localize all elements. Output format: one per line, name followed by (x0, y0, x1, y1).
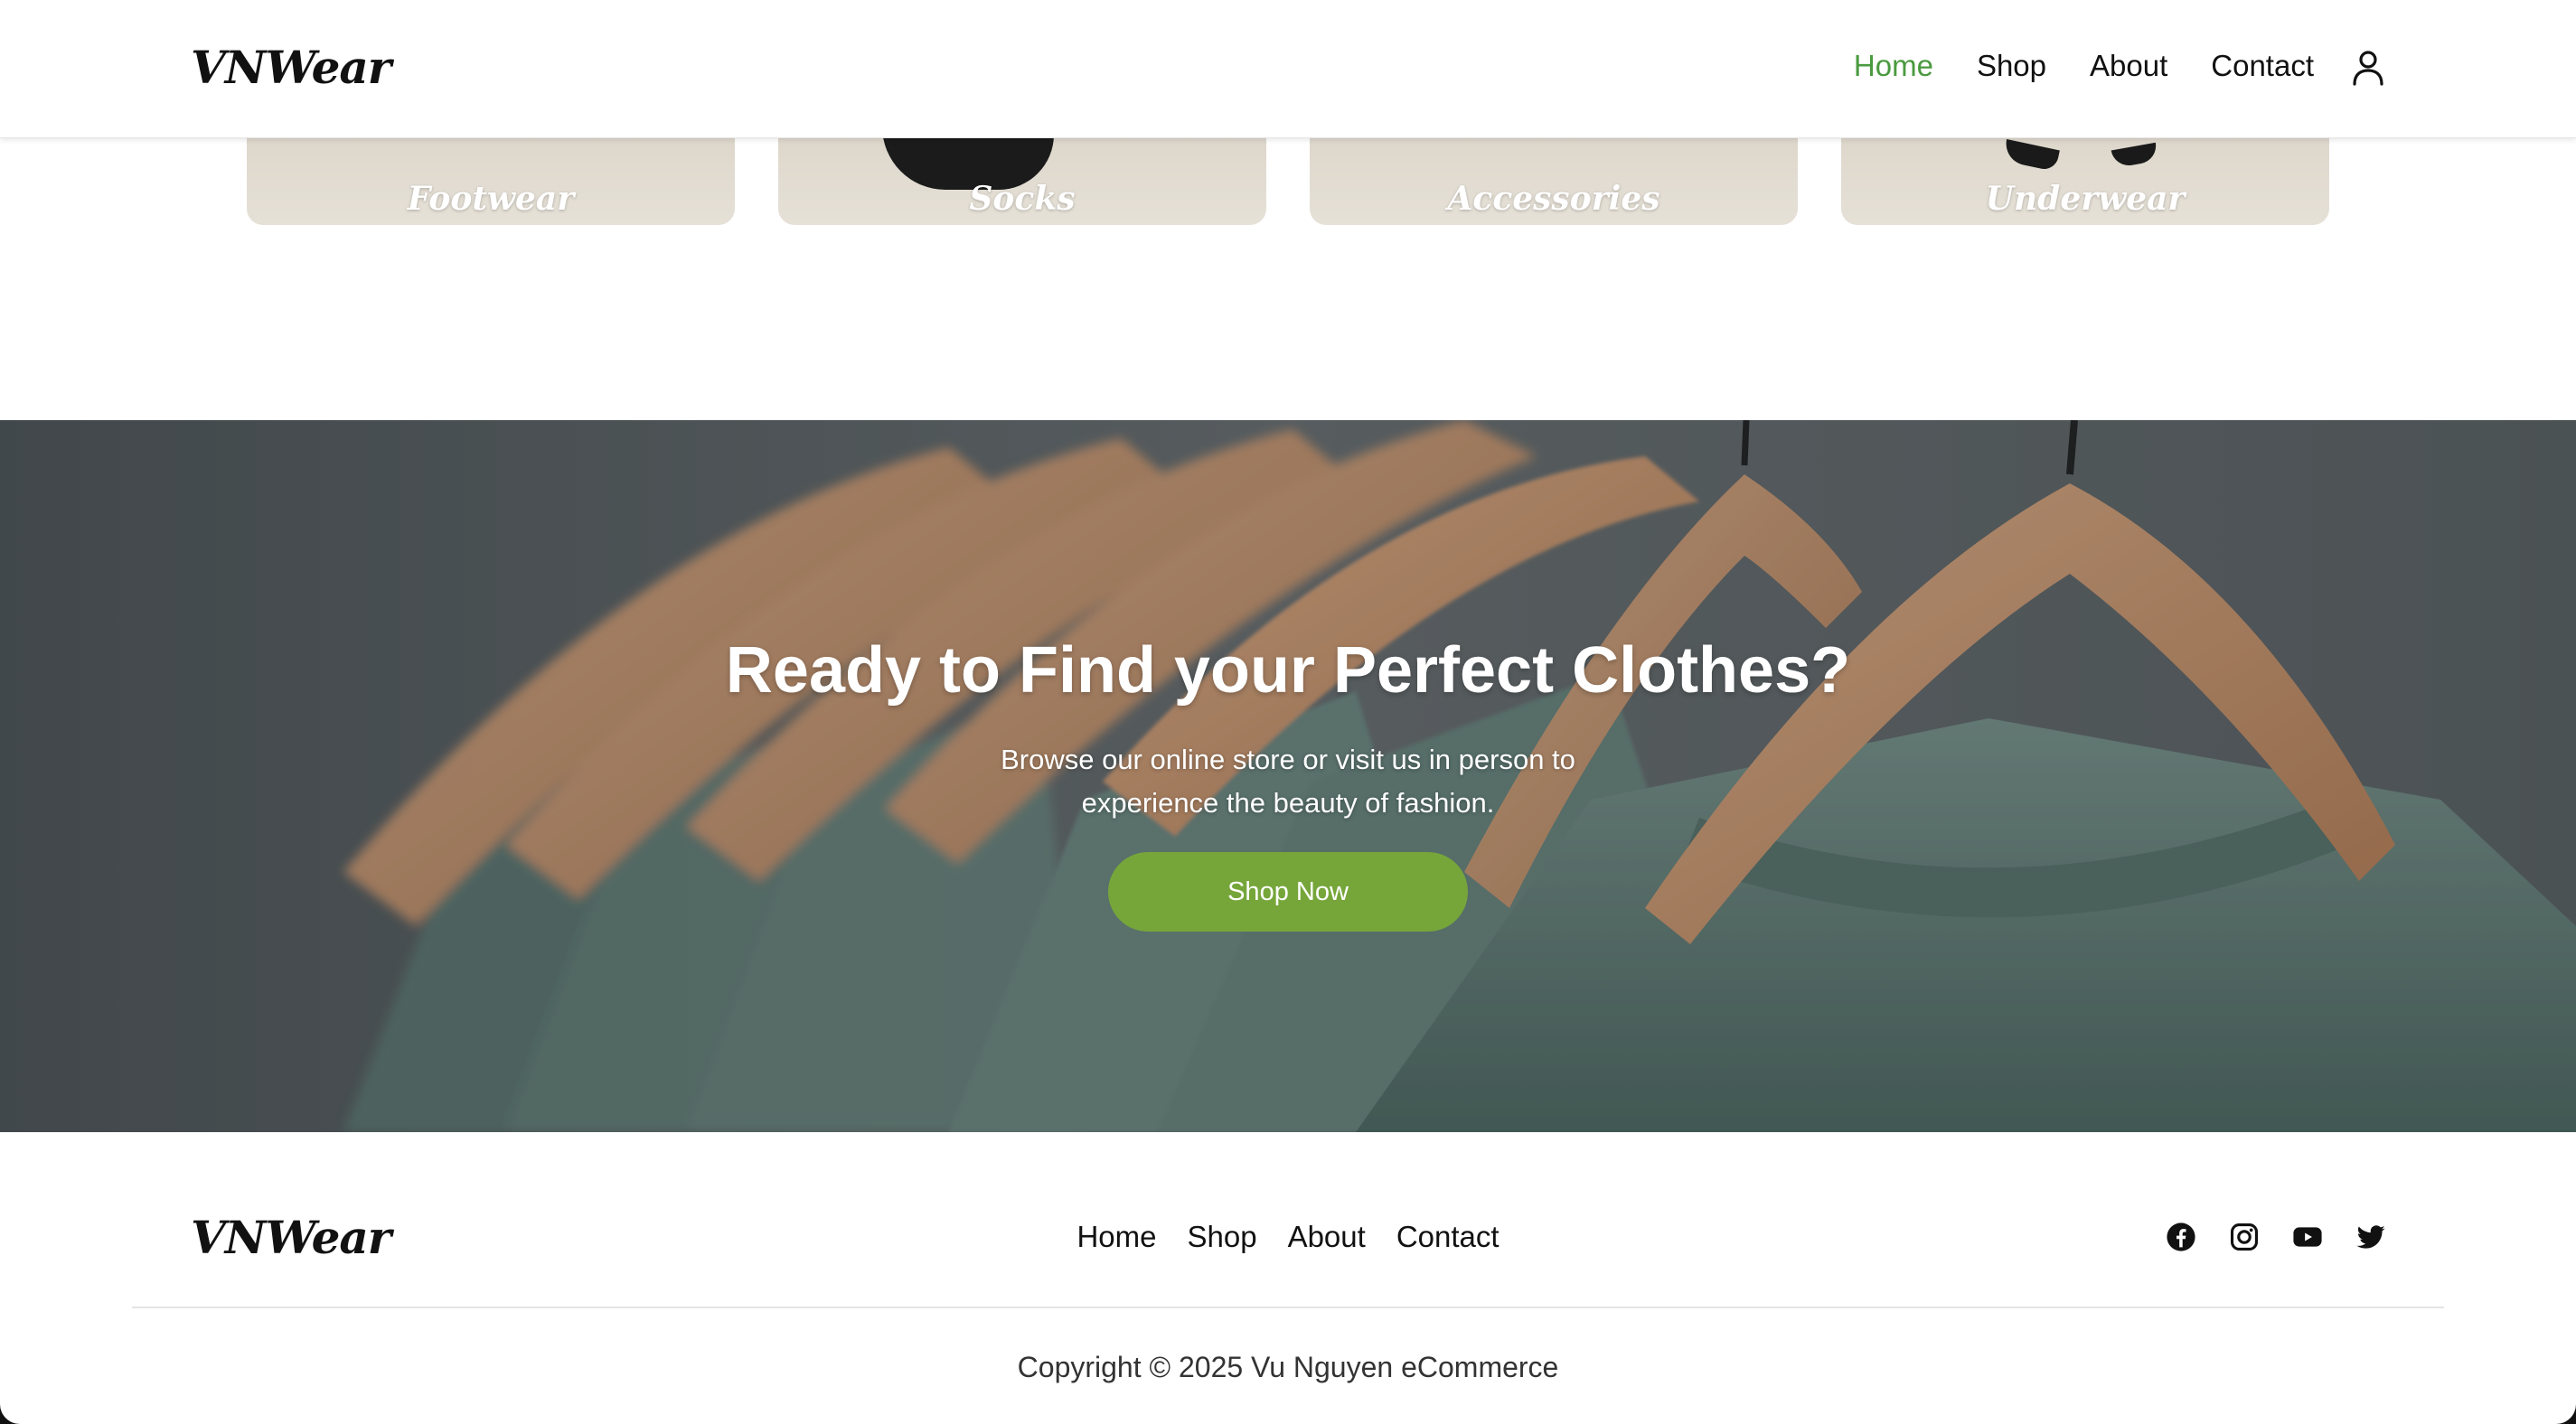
category-label: Accessories (1447, 180, 1660, 218)
footer-link-home[interactable]: Home (1076, 1222, 1156, 1251)
page: Footwear Socks Accessories Underwear VNW… (0, 0, 2576, 1424)
category-label: Socks (969, 180, 1076, 218)
underwear-image (2111, 142, 2159, 169)
cta-banner: Ready to Find your Perfect Clothes? Brow… (0, 420, 2576, 1132)
cta-heading: Ready to Find your Perfect Clothes? (725, 634, 1851, 707)
copyright-text: Copyright © 2025 Vu Nguyen eCommerce (1017, 1351, 1559, 1383)
shop-now-button[interactable]: Shop Now (1108, 852, 1468, 932)
site-header: VNWear Home Shop About Contact (0, 0, 2576, 138)
nav-link-shop[interactable]: Shop (1977, 51, 2046, 80)
twitter-icon[interactable] (2355, 1222, 2386, 1252)
facebook-icon[interactable] (2166, 1222, 2196, 1252)
category-label: Underwear (1985, 180, 2186, 218)
main-nav: Home Shop About Contact (1854, 51, 2314, 80)
site-logo[interactable]: VNWear (191, 45, 391, 90)
footer-link-about[interactable]: About (1288, 1222, 1366, 1251)
footer-link-shop[interactable]: Shop (1187, 1222, 1256, 1251)
social-links (2166, 1222, 2386, 1252)
footer-link-contact[interactable]: Contact (1396, 1222, 1500, 1251)
underwear-image (2002, 139, 2060, 172)
nav-link-about[interactable]: About (2090, 51, 2167, 80)
instagram-icon[interactable] (2229, 1222, 2260, 1252)
footer-divider (132, 1307, 2444, 1308)
youtube-icon[interactable] (2292, 1222, 2323, 1252)
user-icon[interactable] (2352, 50, 2384, 86)
cta-subtitle: Browse our online store or visit us in p… (1001, 744, 1575, 819)
category-label: Footwear (407, 180, 575, 218)
nav-link-home[interactable]: Home (1854, 51, 1933, 80)
nav-link-contact[interactable]: Contact (2211, 51, 2314, 80)
